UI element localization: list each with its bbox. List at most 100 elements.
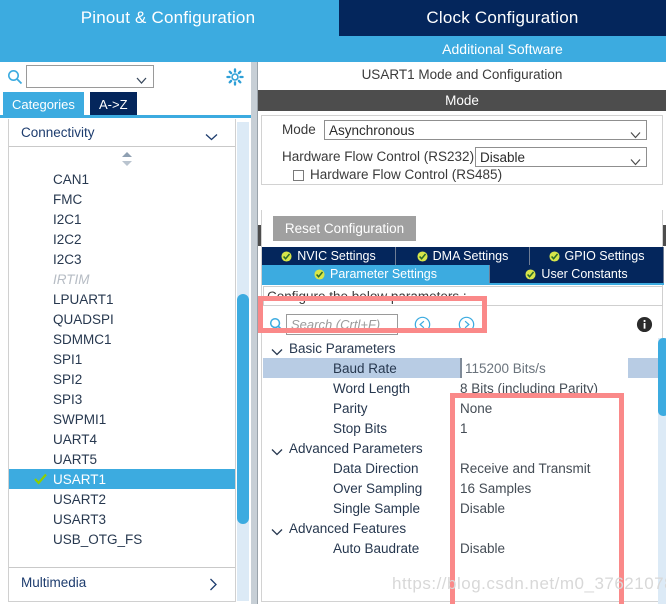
parameter-row[interactable]: Over Sampling 16 Samples	[263, 478, 658, 498]
parameter-search-placeholder: Search (Crtl+F)	[291, 317, 381, 332]
sidebar-item-spi1[interactable]: SPI1	[9, 349, 235, 369]
tab-categories[interactable]: Categories	[3, 92, 84, 116]
parameter-group-label: Basic Parameters	[289, 340, 396, 356]
parameter-group-header[interactable]: Basic Parameters	[271, 338, 396, 358]
category-multimedia-header[interactable]: Multimedia	[9, 567, 235, 597]
mode-settings-group: Mode Asynchronous Hardware Flow Control …	[261, 115, 663, 185]
sidebar-item-uart4[interactable]: UART4	[9, 429, 235, 449]
parameter-group-header[interactable]: Advanced Features	[271, 518, 406, 538]
configure-note-label: Configure the below parameters :	[267, 288, 467, 304]
sidebar-item-i2c2[interactable]: I2C2	[9, 229, 235, 249]
status-ok-icon	[314, 268, 325, 280]
search-next-icon[interactable]	[458, 316, 475, 333]
parameter-value[interactable]: 8 Bits (including Parity)	[460, 378, 598, 398]
scroll-spinner-icon[interactable]	[121, 151, 133, 167]
sidebar-item-sdmmc1[interactable]: SDMMC1	[9, 329, 235, 349]
sidebar-item-label: I2C3	[53, 251, 82, 267]
parameter-value[interactable]: Disable	[460, 498, 505, 518]
tab-gpio-settings[interactable]: GPIO Settings	[530, 247, 664, 265]
tab-a-to-z-label: A->Z	[99, 96, 128, 112]
sidebar-item-swpmi1[interactable]: SWPMI1	[9, 409, 235, 429]
ip-list-scrollbar-thumb[interactable]	[237, 294, 249, 524]
sidebar-item-i2c3[interactable]: I2C3	[9, 249, 235, 269]
check-icon	[34, 473, 47, 485]
tab-label: Parameter Settings	[330, 267, 437, 281]
sidebar-item-can1[interactable]: CAN1	[9, 169, 235, 189]
hw-flow-rs485-checkbox[interactable]	[293, 170, 304, 181]
tab-nvic-settings[interactable]: NVIC Settings	[262, 247, 396, 265]
sidebar-item-label: USB_OTG_FS	[53, 531, 143, 547]
parameter-row[interactable]: Stop Bits 1	[263, 418, 658, 438]
tab-parameter-settings[interactable]: Parameter Settings	[262, 265, 490, 283]
tabs-underline	[0, 115, 251, 118]
info-icon[interactable]	[636, 316, 653, 333]
parameter-value[interactable]: Receive and Transmit	[460, 458, 591, 478]
parameter-row[interactable]: Word Length 8 Bits (including Parity)	[263, 378, 658, 398]
status-ok-icon	[525, 268, 536, 280]
parameter-group-row[interactable]: Advanced Parameters	[263, 438, 658, 458]
tab-dma-settings[interactable]: DMA Settings	[396, 247, 530, 265]
parameter-value[interactable]: Disable	[460, 538, 505, 558]
parameter-value[interactable]: None	[460, 398, 492, 418]
sidebar-item-spi2[interactable]: SPI2	[9, 369, 235, 389]
sidebar-item-usb_otg_fs[interactable]: USB_OTG_FS	[9, 529, 235, 549]
ip-category-list: Connectivity CAN1 FMC I2C1 I2C2 I2C3 IRTIM LPU…	[8, 119, 236, 602]
sidebar-item-uart5[interactable]: UART5	[9, 449, 235, 469]
parameter-row[interactable]: Parity None	[263, 398, 658, 418]
parameter-group-row[interactable]: Basic Parameters	[263, 338, 658, 358]
sidebar-item-label: LPUART1	[53, 291, 114, 307]
chevron-down-icon	[136, 72, 147, 84]
tab-pinout-configuration[interactable]: Pinout & Configuration	[0, 0, 336, 36]
parameter-group-row[interactable]: Advanced Features	[263, 518, 658, 538]
sidebar-item-quadspi[interactable]: QUADSPI	[9, 309, 235, 329]
sidebar-item-lpuart1[interactable]: LPUART1	[9, 289, 235, 309]
sidebar-item-label: QUADSPI	[53, 311, 114, 327]
parameter-row[interactable]: Data Direction Receive and Transmit	[263, 458, 658, 478]
parameter-name: Auto Baudrate	[333, 540, 420, 556]
parameter-search-input[interactable]: Search (Crtl+F)	[286, 314, 398, 335]
parameter-row[interactable]: Auto Baudrate Disable	[263, 538, 658, 558]
mode-select[interactable]: Asynchronous	[324, 120, 647, 140]
hw-flow-rs232-label: Hardware Flow Control (RS232)	[282, 149, 475, 164]
top-header-bar: Pinout & Configuration Clock Configurati…	[0, 0, 666, 62]
parameter-row[interactable]: Single Sample Disable	[263, 498, 658, 518]
sidebar-item-fmc[interactable]: FMC	[9, 189, 235, 209]
sidebar-item-label: IRTIM	[53, 271, 90, 287]
parameter-value[interactable]: 16 Samples	[460, 478, 531, 498]
parameter-scrollbar-thumb[interactable]	[658, 338, 666, 416]
tab-user-constants[interactable]: User Constants	[490, 265, 664, 283]
category-connectivity-header[interactable]: Connectivity	[9, 119, 235, 147]
parameter-group-header[interactable]: Advanced Parameters	[271, 438, 423, 458]
config-tabs-row-1: NVIC Settings DMA Settings GPIO Settings	[262, 247, 664, 265]
parameter-name: Baud Rate	[333, 360, 397, 376]
sidebar-item-label: FMC	[53, 191, 83, 207]
parameter-name: Word Length	[333, 380, 411, 396]
gear-icon[interactable]	[226, 68, 244, 86]
chevron-down-icon	[271, 524, 283, 536]
sidebar-item-usart3[interactable]: USART3	[9, 509, 235, 529]
tab-a-to-z[interactable]: A->Z	[90, 92, 137, 116]
parameter-row[interactable]: Baud Rate 115200 Bits/s	[263, 358, 658, 378]
parameter-value-editor[interactable]: 115200 Bits/s	[460, 358, 628, 378]
status-ok-icon	[281, 250, 292, 262]
reset-configuration-button[interactable]: Reset Configuration	[273, 216, 416, 241]
sidebar-item-label: USART2	[53, 491, 107, 507]
category-multimedia-label: Multimedia	[21, 575, 87, 590]
sidebar-item-spi3[interactable]: SPI3	[9, 389, 235, 409]
sidebar-item-irtim[interactable]: IRTIM	[9, 269, 235, 289]
sidebar-item-usart1[interactable]: USART1	[9, 469, 235, 489]
parameter-table: Basic Parameters Baud Rate 115200 Bits/s Wo…	[263, 338, 658, 558]
sidebar-item-usart2[interactable]: USART2	[9, 489, 235, 509]
tab-additional-software[interactable]: Additional Software	[339, 36, 666, 62]
chevron-right-icon	[209, 578, 218, 591]
search-icon	[269, 317, 284, 332]
configure-note: Configure the below parameters :	[263, 286, 663, 306]
ip-item-list: CAN1 FMC I2C1 I2C2 I2C3 IRTIM LPUART1 QUADSPI SD…	[9, 169, 235, 549]
parameter-value[interactable]: 1	[460, 418, 468, 438]
ip-search-input[interactable]	[26, 65, 154, 88]
sidebar-item-i2c1[interactable]: I2C1	[9, 209, 235, 229]
sidebar-item-label: I2C1	[53, 211, 82, 227]
tab-clock-configuration[interactable]: Clock Configuration	[339, 0, 666, 36]
search-previous-icon[interactable]	[414, 316, 431, 333]
hw-flow-rs232-select[interactable]: Disable	[475, 147, 647, 167]
